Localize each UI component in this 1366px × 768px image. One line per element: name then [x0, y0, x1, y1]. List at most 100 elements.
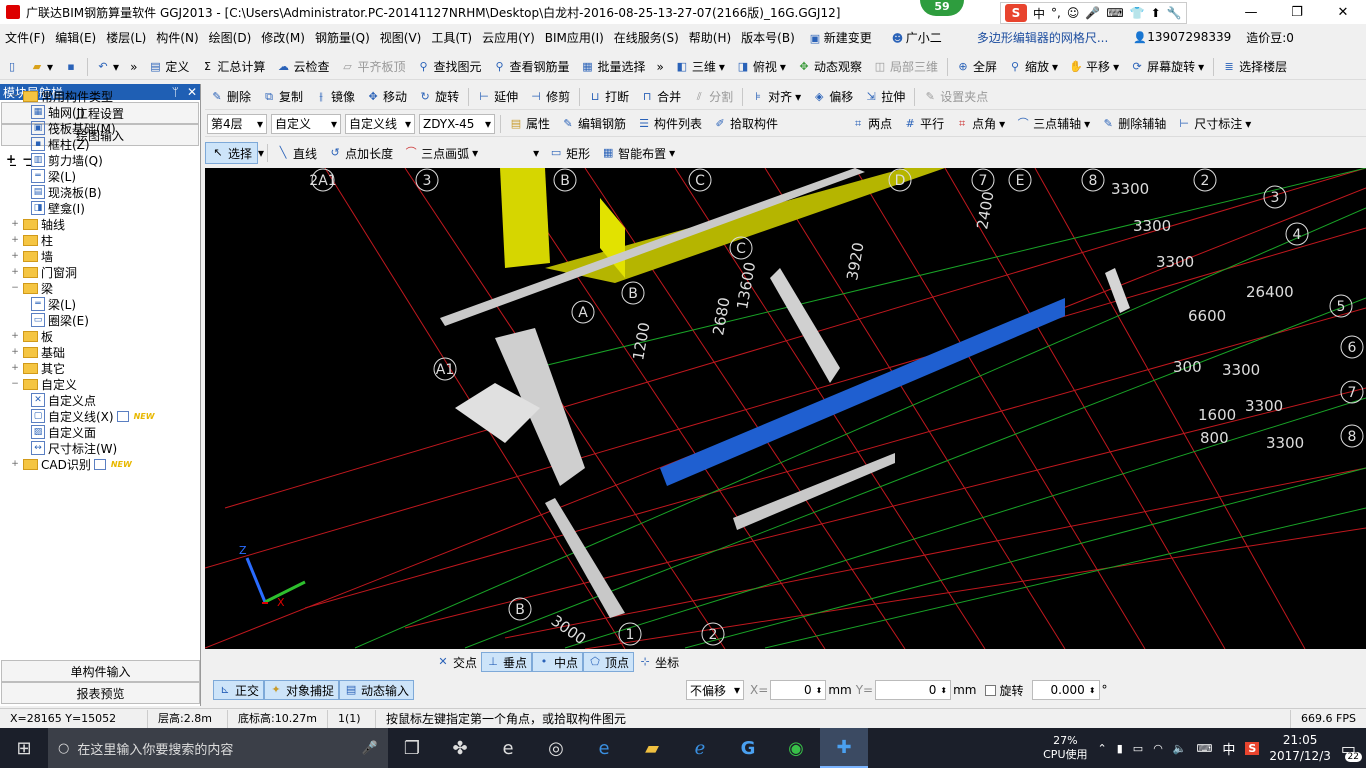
- top-view-button[interactable]: ◨ 俯视 ▾: [731, 56, 792, 78]
- cpu-usage[interactable]: 27% CPU使用: [1043, 734, 1087, 762]
- tree-folder[interactable]: + 其它: [2, 360, 199, 376]
- parallel-axis-button[interactable]: # 平行: [898, 113, 950, 135]
- tree-folder[interactable]: + 板: [2, 328, 199, 344]
- line-button[interactable]: ╲ 直线: [271, 142, 323, 164]
- orbit-button[interactable]: ✥ 动态观察: [792, 56, 868, 78]
- copy-button[interactable]: ⧉ 复制: [257, 86, 309, 108]
- delete-button[interactable]: ✎ 删除: [205, 86, 257, 108]
- menu-new-change[interactable]: ▣ 新建变更: [800, 29, 882, 46]
- menu-edit[interactable]: 编辑(E): [50, 29, 101, 46]
- taskbar-app-green[interactable]: ◉: [772, 728, 820, 768]
- menu-cloud[interactable]: 云应用(Y): [477, 29, 540, 46]
- stretch-button[interactable]: ⇲ 拉伸: [859, 86, 911, 108]
- expander-icon[interactable]: +: [10, 267, 20, 277]
- tree-item[interactable]: ▪ 框柱(Z): [2, 136, 199, 152]
- menu-bim[interactable]: BIM应用(I): [540, 29, 609, 46]
- wrench-icon[interactable]: 🔧: [1167, 6, 1182, 20]
- dynamic-input-toggle[interactable]: ▤ 动态输入: [339, 680, 415, 700]
- trim-button[interactable]: ⊣ 修剪: [524, 86, 576, 108]
- undo-button[interactable]: ↶ ▾: [91, 56, 125, 78]
- expander-icon[interactable]: −: [10, 379, 20, 389]
- tree-item[interactable]: ▥ 剪力墙(Q): [2, 152, 199, 168]
- taskbar-app-ie[interactable]: ℯ: [676, 728, 724, 768]
- mirror-button[interactable]: ⫲ 镜像: [309, 86, 361, 108]
- menu-assistant[interactable]: ☻ 广小二: [882, 29, 952, 46]
- smart-layout-button[interactable]: ▦ 智能布置 ▾: [596, 142, 681, 164]
- expander-icon[interactable]: +: [10, 219, 20, 229]
- rectangle-button[interactable]: ▭ 矩形: [544, 142, 596, 164]
- expander-icon[interactable]: −: [10, 91, 20, 101]
- menu-rebar-qty[interactable]: 钢筋量(Q): [310, 29, 375, 46]
- expander-icon[interactable]: −: [10, 283, 20, 293]
- close-button[interactable]: ✕: [1320, 0, 1366, 24]
- tree-folder[interactable]: + 轴线: [2, 216, 199, 232]
- edit-rebar-button[interactable]: ✎ 编辑钢筋: [556, 113, 632, 135]
- subtype-select[interactable]: 自定义线 ▾: [345, 113, 415, 134]
- single-component-button[interactable]: 单构件输入: [1, 660, 200, 682]
- taskbar-app-fan[interactable]: ✤: [436, 728, 484, 768]
- break-button[interactable]: ⊔ 打断: [583, 86, 635, 108]
- save-button[interactable]: ▪: [59, 56, 84, 78]
- tree-folder[interactable]: − 梁: [2, 280, 199, 296]
- snap-vertex[interactable]: ⬠ 顶点: [583, 652, 635, 672]
- menu-online[interactable]: 在线服务(S): [609, 29, 684, 46]
- cloud-check-button[interactable]: ☁ 云检查: [271, 56, 335, 78]
- action-center-button[interactable]: ▭ 22: [1341, 739, 1362, 762]
- sogou-tray-icon[interactable]: S: [1245, 741, 1260, 755]
- volume-icon[interactable]: 🔈: [1173, 742, 1187, 755]
- menu-floor[interactable]: 楼层(L): [101, 29, 151, 46]
- expander-icon[interactable]: +: [10, 331, 20, 341]
- offset-button[interactable]: ◈ 偏移: [807, 86, 859, 108]
- open-file-button[interactable]: ▰ ▾: [25, 56, 59, 78]
- tree-folder[interactable]: + 门窗洞: [2, 264, 199, 280]
- pick-component-button[interactable]: ✐ 拾取构件: [708, 113, 784, 135]
- component-list-button[interactable]: ☰ 构件列表: [632, 113, 708, 135]
- define-button[interactable]: ▤ 定义: [143, 56, 195, 78]
- menu-view[interactable]: 视图(V): [375, 29, 427, 46]
- two-point-axis-button[interactable]: ⌗ 两点: [846, 113, 898, 135]
- align-button[interactable]: ⊧ 对齐 ▾: [746, 86, 807, 108]
- select-floor-button[interactable]: ≣ 选择楼层: [1217, 56, 1293, 78]
- taskbar-search[interactable]: ○ 在这里输入你要搜索的内容 🎤: [48, 728, 388, 768]
- batch-select-button[interactable]: ▦ 批量选择: [576, 56, 652, 78]
- ime-item[interactable]: 中: [1033, 5, 1045, 22]
- calc-button[interactable]: Σ 汇总计算: [195, 56, 271, 78]
- upload-icon[interactable]: ⬆: [1151, 6, 1161, 20]
- snap-coordinate[interactable]: ⊹ 坐标: [634, 652, 683, 672]
- keyboard-icon[interactable]: ⌨: [1197, 742, 1213, 755]
- expander-icon[interactable]: +: [10, 235, 20, 245]
- clock[interactable]: 21:05 2017/12/3: [1269, 732, 1331, 764]
- snap-midpoint[interactable]: • 中点: [532, 652, 584, 672]
- tree-item[interactable]: ═ 梁(L): [2, 296, 199, 312]
- tree-folder[interactable]: + 基础: [2, 344, 199, 360]
- language-indicator[interactable]: 中: [1222, 739, 1235, 758]
- keyboard-icon[interactable]: ⌨: [1106, 6, 1123, 20]
- menu-component[interactable]: 构件(N): [151, 29, 203, 46]
- type-select[interactable]: 自定义 ▾: [271, 113, 341, 134]
- menu-version[interactable]: 版本号(B): [736, 29, 800, 46]
- tree-item[interactable]: ✕ 自定义点: [2, 392, 199, 408]
- tree-item[interactable]: ═ 梁(L): [2, 168, 199, 184]
- rotate-screen-button[interactable]: ⟳ 屏幕旋转 ▾: [1125, 56, 1210, 78]
- taskbar-app-ie-blue[interactable]: e: [484, 728, 532, 768]
- network-icon[interactable]: ▮: [1117, 742, 1123, 755]
- tree-item[interactable]: ▨ 自定义面: [2, 424, 199, 440]
- floor-select[interactable]: 第4层 ▾: [207, 113, 267, 134]
- ortho-toggle[interactable]: ⊾ 正交: [213, 680, 265, 700]
- find-element-button[interactable]: ⚲ 查找图元: [411, 56, 487, 78]
- merge-button[interactable]: ⊓ 合并: [635, 86, 687, 108]
- tree-folder[interactable]: + 柱: [2, 232, 199, 248]
- point-angle-button[interactable]: ⌗ 点角 ▾: [950, 113, 1011, 135]
- component-select[interactable]: ZDYX-45 ▾: [419, 113, 495, 134]
- tree-item[interactable]: ▦ 轴网(J): [2, 104, 199, 120]
- task-view-button[interactable]: ❐: [388, 728, 436, 768]
- menu-tools[interactable]: 工具(T): [426, 29, 477, 46]
- dimension-button[interactable]: ⊢ 尺寸标注 ▾: [1172, 113, 1257, 135]
- start-button[interactable]: ⊞: [0, 728, 48, 768]
- point-length-button[interactable]: ↺ 点加长度: [323, 142, 399, 164]
- 3d-button[interactable]: ◧ 三维 ▾: [670, 56, 731, 78]
- zoom-button[interactable]: ⚲ 缩放 ▾: [1003, 56, 1064, 78]
- tree-item[interactable]: ▭ 圈梁(E): [2, 312, 199, 328]
- model-canvas[interactable]: 2A1 3 B C D 7 E 8 2 3 4 5 6 7 8 C B A A1…: [205, 168, 1366, 649]
- taskbar-app-edge[interactable]: e: [580, 728, 628, 768]
